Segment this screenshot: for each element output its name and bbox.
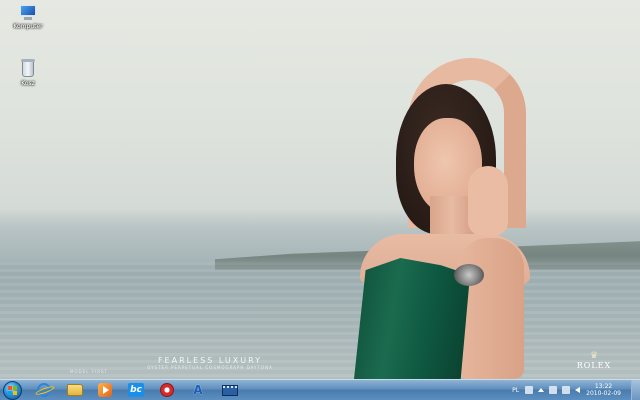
- hand: [468, 166, 508, 236]
- ad-subline: OYSTER PERPETUAL COSMOGRAPH DAYTONA: [147, 365, 273, 370]
- taskbar-a-app[interactable]: A: [186, 381, 210, 399]
- film-icon: [222, 384, 238, 396]
- show-hidden-icons-icon[interactable]: [538, 388, 545, 392]
- taskbar-film-app[interactable]: [218, 381, 242, 399]
- taskbar-windows-explorer[interactable]: [63, 381, 87, 399]
- clock[interactable]: 13:22 2010-02-09: [586, 383, 621, 397]
- rolex-logo: ♛ ROLEX: [572, 351, 616, 371]
- desktop-icon-label: Komputer: [13, 23, 43, 30]
- bc-icon: bc: [128, 383, 144, 397]
- ad-headline: FEARLESS LUXURY: [157, 356, 263, 365]
- taskbar: bc A PL 13:22 2010-02-09: [0, 379, 640, 400]
- taskbar-bc[interactable]: bc: [124, 381, 148, 399]
- ad-credit: MODEL FIRST: [70, 369, 108, 374]
- ie-icon: [37, 383, 51, 397]
- green-dress: [354, 258, 470, 379]
- recycle-bin-icon: [20, 58, 36, 78]
- show-desktop-button[interactable]: [631, 380, 640, 400]
- network-icon[interactable]: [549, 386, 558, 394]
- taskbar-media-player[interactable]: [93, 381, 117, 399]
- taskbar-red-app[interactable]: [155, 381, 179, 399]
- computer-icon: [18, 5, 38, 21]
- taskbar-internet-explorer[interactable]: [32, 381, 56, 399]
- desktop-icon-label: Kosz: [21, 80, 35, 87]
- watch-icon: [454, 264, 484, 286]
- ad-text: FEARLESS LUXURY OYSTER PERPETUAL COSMOGR…: [140, 356, 280, 370]
- desktop[interactable]: FEARLESS LUXURY OYSTER PERPETUAL COSMOGR…: [0, 0, 640, 379]
- desktop-icon-recycle-bin[interactable]: Kosz: [8, 58, 48, 87]
- clock-time: 13:22: [594, 383, 613, 390]
- brand-name: ROLEX: [576, 361, 612, 370]
- windows-logo-icon: [8, 386, 17, 395]
- crown-icon: ♛: [589, 351, 599, 361]
- folder-icon: [67, 384, 83, 396]
- red-app-icon: [160, 383, 174, 397]
- arm: [458, 238, 524, 379]
- desktop-icon-computer[interactable]: Komputer: [8, 5, 48, 30]
- sea: [0, 262, 640, 379]
- media-icon: [98, 383, 112, 397]
- flag-icon[interactable]: [562, 386, 571, 394]
- speaker-icon[interactable]: [575, 387, 581, 393]
- system-tray: PL 13:22 2010-02-09: [512, 380, 640, 400]
- keyboard-icon[interactable]: [525, 386, 534, 394]
- clock-date: 2010-02-09: [586, 390, 621, 397]
- language-indicator[interactable]: PL: [512, 387, 519, 394]
- wallpaper-model: [350, 58, 540, 379]
- start-button[interactable]: [3, 381, 22, 400]
- a-icon: A: [193, 383, 203, 397]
